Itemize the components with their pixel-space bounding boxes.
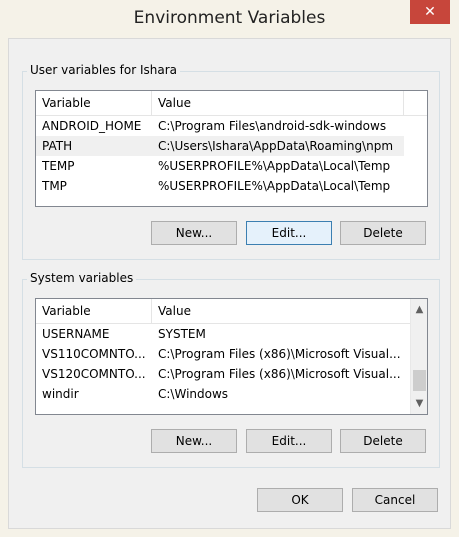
close-icon: ✕: [424, 4, 436, 20]
variable-name: ANDROID_HOME: [42, 119, 142, 133]
window-title: Environment Variables: [133, 8, 326, 28]
list-item[interactable]: PATH C:\Users\Ishara\AppData\Roaming\npm: [36, 136, 404, 156]
variable-value: C:\Users\Ishara\AppData\Roaming\npm: [158, 139, 394, 153]
system-new-button[interactable]: New...: [151, 429, 237, 453]
scrollbar-thumb[interactable]: [413, 370, 426, 391]
list-item[interactable]: USERNAME SYSTEM: [36, 324, 406, 344]
variable-value: C:\Program Files (x86)\Microsoft Visual.…: [158, 347, 401, 361]
variable-name: USERNAME: [42, 327, 110, 341]
system-list-scrollbar[interactable]: ▲ ▼: [410, 299, 427, 414]
ok-button[interactable]: OK: [257, 488, 343, 512]
list-item[interactable]: windir C:\Windows: [36, 384, 406, 404]
system-delete-button[interactable]: Delete: [340, 429, 426, 453]
system-edit-button[interactable]: Edit...: [246, 429, 332, 453]
system-list-header: Variable Value: [36, 299, 410, 324]
dialog-body: User variables for Ishara Variable Value…: [8, 38, 451, 529]
close-button[interactable]: ✕: [410, 0, 450, 24]
user-list-header: Variable Value: [36, 91, 427, 116]
cancel-button[interactable]: Cancel: [352, 488, 438, 512]
list-item[interactable]: VS120COMNTO... C:\Program Files (x86)\Mi…: [36, 364, 406, 384]
variable-value: SYSTEM: [158, 327, 206, 341]
list-item[interactable]: VS110COMNTO... C:\Program Files (x86)\Mi…: [36, 344, 406, 364]
variable-name: VS110COMNTO...: [42, 347, 146, 361]
variable-value: C:\Program Files\android-sdk-windows: [158, 119, 387, 133]
variable-name: windir: [42, 387, 79, 401]
user-variables-list[interactable]: Variable Value ANDROID_HOME C:\Program F…: [35, 90, 428, 207]
variable-name: PATH: [42, 139, 73, 153]
scroll-down-icon[interactable]: ▼: [411, 395, 427, 412]
system-variables-list[interactable]: Variable Value USERNAME SYSTEM VS110COMN…: [35, 298, 428, 415]
scroll-up-icon[interactable]: ▲: [411, 301, 427, 318]
list-item[interactable]: TMP %USERPROFILE%\AppData\Local\Temp: [36, 176, 404, 196]
user-new-button[interactable]: New...: [151, 221, 237, 245]
list-item[interactable]: TEMP %USERPROFILE%\AppData\Local\Temp: [36, 156, 404, 176]
variable-name: VS120COMNTO...: [42, 367, 146, 381]
user-variables-group: User variables for Ishara Variable Value…: [22, 63, 440, 260]
system-variables-label: System variables: [27, 271, 137, 285]
user-variables-label: User variables for Ishara: [27, 63, 180, 77]
variable-name: TMP: [42, 179, 67, 193]
column-header-value[interactable]: Value: [152, 91, 404, 115]
column-header-variable[interactable]: Variable: [36, 91, 152, 115]
system-variables-group: System variables Variable Value USERNAME…: [22, 271, 440, 468]
user-delete-button[interactable]: Delete: [340, 221, 426, 245]
variable-value: %USERPROFILE%\AppData\Local\Temp: [158, 159, 391, 173]
variable-value: C:\Windows: [158, 387, 229, 401]
variable-name: TEMP: [42, 159, 75, 173]
column-header-value[interactable]: Value: [152, 299, 404, 323]
environment-variables-dialog: Environment Variables ✕ User variables f…: [0, 0, 459, 537]
user-edit-button[interactable]: Edit...: [246, 221, 332, 245]
column-header-variable[interactable]: Variable: [36, 299, 152, 323]
variable-value: %USERPROFILE%\AppData\Local\Temp: [158, 179, 391, 193]
title-bar: Environment Variables ✕: [0, 0, 459, 38]
list-item[interactable]: ANDROID_HOME C:\Program Files\android-sd…: [36, 116, 404, 136]
variable-value: C:\Program Files (x86)\Microsoft Visual.…: [158, 367, 401, 381]
